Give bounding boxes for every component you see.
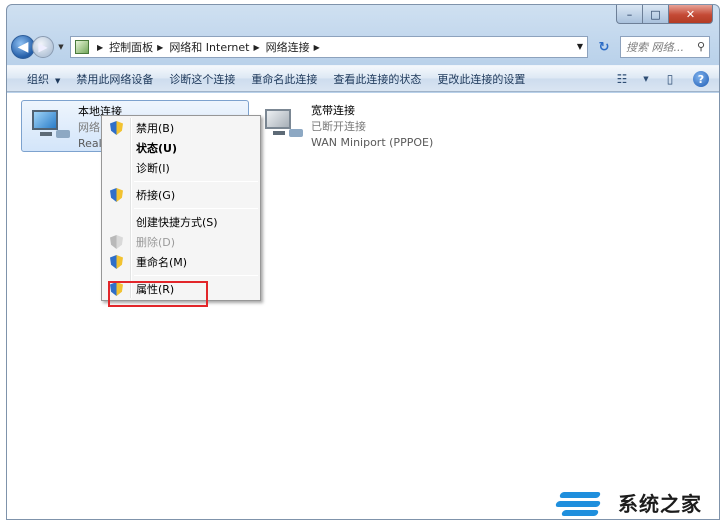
uac-shield-icon [110, 235, 123, 249]
network-connections-window: – □ ✕ ◀ ▶ ▼ ▶ 控制面板 ▶ 网络和 Internet ▶ 网络连接… [6, 4, 720, 520]
menu-item-disable[interactable]: 禁用(B) [104, 118, 258, 138]
menu-separator [134, 208, 258, 209]
menu-item-bridge[interactable]: 桥接(G) [104, 185, 258, 205]
toolbar-right: ☷ ▼ ▯ ? [607, 70, 709, 88]
preview-pane-icon: ▯ [666, 72, 674, 86]
menu-item-rename[interactable]: 重命名(M) [104, 252, 258, 272]
maximize-button[interactable]: □ [643, 5, 669, 24]
refresh-icon: ↻ [598, 39, 610, 55]
view-status-button[interactable]: 查看此连接的状态 [325, 71, 429, 87]
search-placeholder: 搜索 网络... [626, 41, 684, 54]
address-dropdown-icon[interactable]: ▼ [577, 42, 583, 51]
menu-item-label: 桥接(G) [136, 189, 176, 202]
connection-status: 已断开连接 [311, 120, 366, 133]
recent-pages-dropdown[interactable]: ▼ [56, 43, 66, 51]
watermark-text: 系统之家 [618, 491, 702, 516]
view-options-button[interactable]: ☷ [613, 70, 631, 88]
breadcrumb-arrow-icon[interactable]: ▶ [254, 43, 260, 52]
refresh-button[interactable]: ↻ [594, 36, 614, 58]
watermark-logo-icon [554, 484, 612, 520]
menu-item-label: 诊断(I) [136, 162, 170, 175]
help-button[interactable]: ? [693, 71, 709, 87]
forward-button[interactable]: ▶ [32, 36, 54, 58]
breadcrumb-network-internet[interactable]: 网络和 Internet [169, 39, 249, 55]
forward-arrow-icon: ▶ [38, 40, 48, 54]
broadband-adapter-icon [259, 103, 305, 143]
menu-item-label: 禁用(B) [136, 122, 175, 135]
breadcrumb-arrow-icon[interactable]: ▶ [157, 43, 163, 52]
rename-button[interactable]: 重命名此连接 [243, 71, 325, 87]
menu-item-create-shortcut[interactable]: 创建快捷方式(S) [104, 212, 258, 232]
context-menu: 禁用(B) 状态(U) 诊断(I) 桥接(G) 创建快捷方式(S) 删除(D) … [101, 115, 261, 301]
network-adapter-icon [26, 104, 72, 144]
help-icon: ? [697, 72, 705, 86]
connection-name: 宽带连接 [311, 104, 355, 117]
command-bar: 组织 ▼ 禁用此网络设备 诊断这个连接 重命名此连接 查看此连接的状态 更改此连接… [7, 65, 719, 92]
navigation-bar: ◀ ▶ ▼ ▶ 控制面板 ▶ 网络和 Internet ▶ 网络连接 ▶ ▼ ↻… [11, 35, 715, 59]
connection-text: 宽带连接 已断开连接 WAN Miniport (PPPOE) [311, 103, 433, 149]
connections-list: 本地连接 网络 Realt 宽带连接 已断开连接 WAN Miniport (P… [7, 93, 719, 519]
search-input[interactable]: 搜索 网络... ⚲ [620, 36, 710, 58]
uac-shield-icon [110, 255, 123, 269]
minimize-button[interactable]: – [616, 5, 643, 24]
organize-label: 组织 [27, 72, 49, 86]
back-arrow-icon: ◀ [17, 39, 29, 55]
menu-item-label: 删除(D) [136, 236, 176, 249]
watermark: 系统之家 [554, 481, 722, 523]
organize-menu[interactable]: 组织 ▼ [7, 71, 68, 87]
breadcrumb-network-connections[interactable]: 网络连接 [266, 39, 310, 55]
control-panel-icon [75, 40, 89, 54]
close-button[interactable]: ✕ [669, 5, 713, 24]
menu-item-label: 重命名(M) [136, 256, 188, 269]
menu-item-label: 创建快捷方式(S) [136, 216, 218, 229]
menu-separator [134, 181, 258, 182]
breadcrumb-arrow-icon[interactable]: ▶ [314, 43, 320, 52]
connection-device: WAN Miniport (PPPOE) [311, 136, 434, 149]
connection-broadband[interactable]: 宽带连接 已断开连接 WAN Miniport (PPPOE) [255, 100, 495, 152]
diagnose-button[interactable]: 诊断这个连接 [161, 71, 243, 87]
view-icon: ☷ [616, 72, 628, 86]
uac-shield-icon [110, 121, 123, 135]
menu-item-delete: 删除(D) [104, 232, 258, 252]
uac-shield-icon [110, 188, 123, 202]
address-bar[interactable]: ▶ 控制面板 ▶ 网络和 Internet ▶ 网络连接 ▶ ▼ [70, 36, 588, 58]
search-icon[interactable]: ⚲ [697, 40, 705, 53]
menu-separator [134, 275, 258, 276]
breadcrumb-arrow-icon[interactable]: ▶ [97, 43, 103, 52]
caption-buttons: – □ ✕ [616, 5, 713, 24]
breadcrumb: ▶ 控制面板 ▶ 网络和 Internet ▶ 网络连接 ▶ [93, 39, 326, 55]
chevron-down-icon: ▼ [55, 76, 61, 85]
disable-device-button[interactable]: 禁用此网络设备 [68, 71, 161, 87]
view-dropdown[interactable]: ▼ [637, 70, 655, 88]
chevron-down-icon: ▼ [643, 75, 649, 83]
change-settings-button[interactable]: 更改此连接的设置 [429, 71, 533, 87]
chevron-down-icon: ▼ [58, 43, 64, 51]
menu-item-status[interactable]: 状态(U) [104, 138, 258, 158]
preview-pane-button[interactable]: ▯ [661, 70, 679, 88]
menu-item-diagnose[interactable]: 诊断(I) [104, 158, 258, 178]
menu-item-label: 状态(U) [136, 142, 177, 155]
breadcrumb-control-panel[interactable]: 控制面板 [109, 39, 153, 55]
properties-highlight-box [108, 281, 208, 307]
